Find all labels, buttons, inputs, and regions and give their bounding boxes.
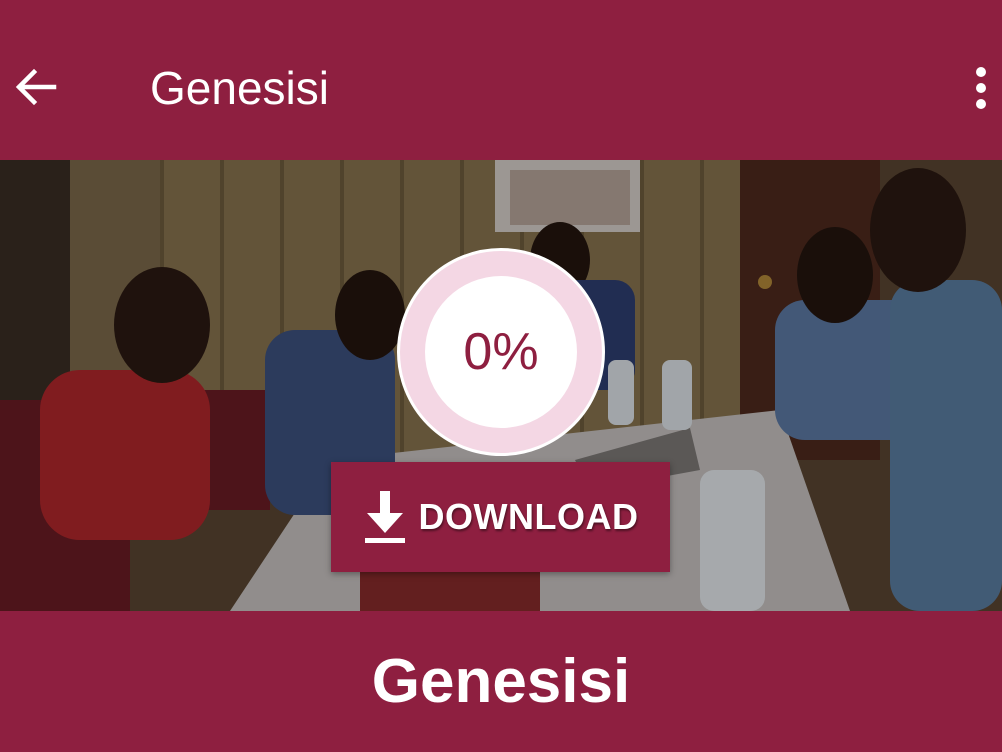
download-icon (364, 491, 405, 543)
overflow-menu-button[interactable] (966, 60, 996, 116)
download-label: DOWNLOAD (418, 496, 639, 537)
more-vertical-icon (976, 67, 986, 109)
footer-bar: Genesisi (0, 611, 1002, 752)
progress-inner-circle: 0% (425, 276, 577, 428)
book-title: Genesisi (371, 647, 631, 716)
page-title: Genesisi (150, 62, 329, 114)
app-bar: Genesisi (0, 0, 1002, 160)
download-progress-ring: 0% (397, 248, 605, 456)
download-button[interactable]: DOWNLOAD (331, 462, 670, 572)
arrow-left-icon (15, 68, 57, 106)
back-button[interactable] (8, 62, 64, 112)
progress-percentage: 0% (463, 323, 539, 381)
